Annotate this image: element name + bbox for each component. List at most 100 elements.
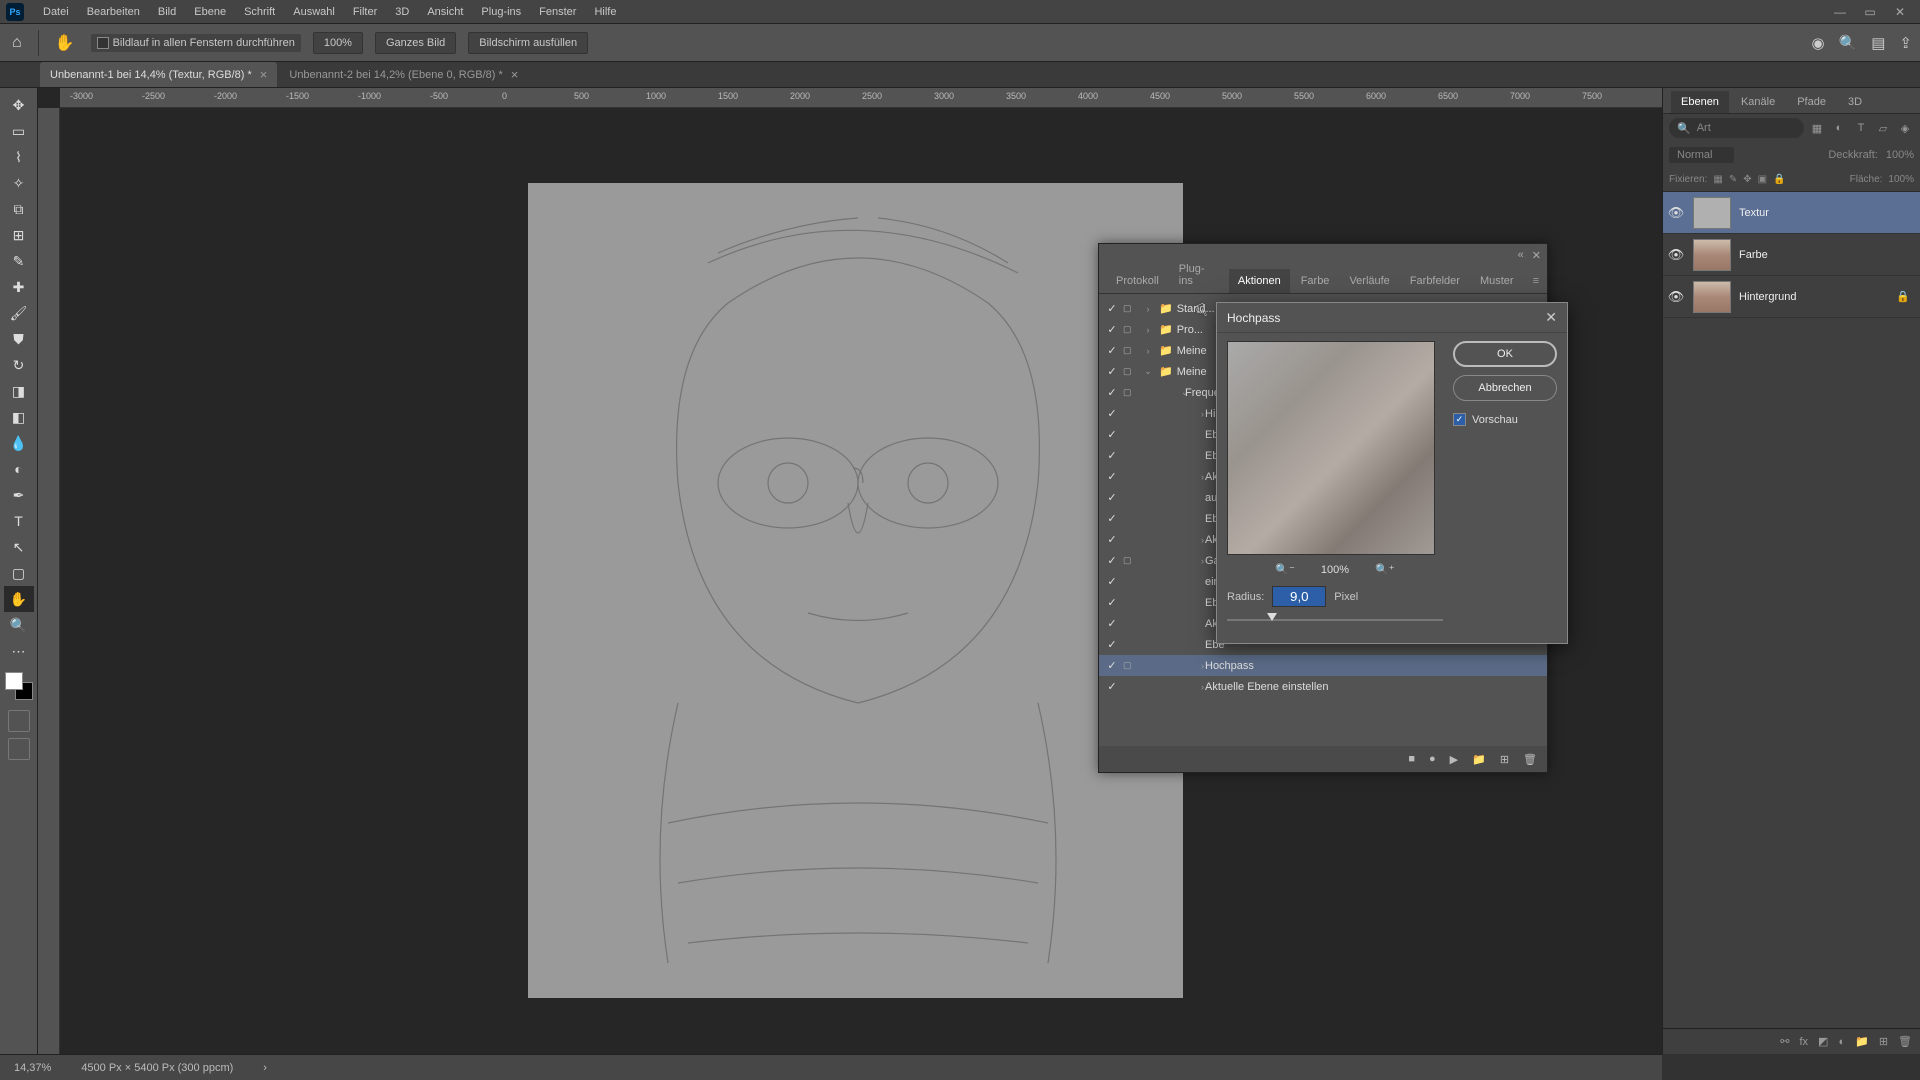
gradient-tool[interactable]: ◧ (4, 404, 34, 430)
tab-protokoll[interactable]: Protokoll (1107, 269, 1168, 293)
new-layer-icon[interactable]: ⊞ (1879, 1035, 1888, 1048)
layer-thumbnail[interactable] (1693, 197, 1731, 229)
cancel-button[interactable]: Abbrechen (1453, 375, 1557, 401)
menu-schrift[interactable]: Schrift (235, 0, 284, 24)
lock-move-icon[interactable]: ✥ (1743, 174, 1751, 185)
lock-position-icon[interactable]: ✎ (1729, 174, 1737, 185)
search-icon[interactable]: 🔍 (1839, 34, 1858, 52)
trash-icon[interactable]: 🗑 (1523, 753, 1537, 766)
tab-plugins[interactable]: Plug-ins (1170, 257, 1227, 293)
menu-ebene[interactable]: Ebene (185, 0, 235, 24)
menu-filter[interactable]: Filter (344, 0, 386, 24)
status-zoom[interactable]: 14,37% (14, 1062, 51, 1074)
blur-tool[interactable]: 💧 (4, 430, 34, 456)
trash-icon[interactable]: 🗑 (1898, 1035, 1912, 1048)
filter-adjust-icon[interactable]: ◐ (1830, 119, 1848, 137)
heal-tool[interactable]: ✚ (4, 274, 34, 300)
path-tool[interactable]: ↖ (4, 534, 34, 560)
close-icon[interactable]: ✕ (1532, 249, 1541, 262)
new-action-icon[interactable]: ⊞ (1500, 753, 1509, 766)
tab-farbe[interactable]: Farbe (1292, 269, 1339, 293)
tab-verlaeufe[interactable]: Verläufe (1340, 269, 1398, 293)
fill-screen-button[interactable]: Bildschirm ausfüllen (468, 32, 588, 54)
share-icon[interactable]: ⇪ (1899, 34, 1912, 52)
eraser-tool[interactable]: ◨ (4, 378, 34, 404)
tab-3d[interactable]: 3D (1838, 91, 1872, 113)
canvas-workspace[interactable]: -3000 -2500 -2000 -1500 -1000 -500 0 500… (38, 88, 1662, 1054)
opacity-value[interactable]: 100% (1886, 149, 1914, 161)
menu-ansicht[interactable]: Ansicht (418, 0, 472, 24)
fill-value[interactable]: 100% (1888, 174, 1914, 185)
menu-datei[interactable]: Datei (34, 0, 78, 24)
close-icon[interactable]: ✕ (1886, 3, 1914, 21)
screenmode-toggle[interactable] (8, 738, 30, 760)
radius-input[interactable] (1272, 586, 1326, 607)
lock-nest-icon[interactable]: ▣ (1758, 174, 1767, 185)
layer-row[interactable]: 👁Textur (1663, 192, 1920, 234)
visibility-icon[interactable]: 👁 (1667, 247, 1685, 263)
action-row[interactable]: ✓▢›Hochpass (1099, 655, 1547, 676)
shape-tool[interactable]: ▢ (4, 560, 34, 586)
layer-row[interactable]: 👁Hintergrund🔒 (1663, 276, 1920, 318)
mask-icon[interactable]: ◩ (1818, 1035, 1828, 1048)
group-icon[interactable]: 📁 (1855, 1035, 1869, 1048)
filter-preview[interactable] (1227, 341, 1435, 555)
fx-icon[interactable]: fx (1799, 1036, 1808, 1048)
visibility-icon[interactable]: 👁 (1667, 289, 1685, 305)
blend-mode-select[interactable]: Normal (1669, 147, 1734, 163)
layers-list[interactable]: 👁Textur👁Farbe👁Hintergrund🔒 (1663, 192, 1920, 1028)
scroll-all-checkbox[interactable]: Bildlauf in allen Fenstern durchführen (91, 34, 301, 52)
hand-tool[interactable]: ✋ (4, 586, 34, 612)
history-brush-tool[interactable]: ↻ (4, 352, 34, 378)
frame-tool[interactable]: ⊞ (4, 222, 34, 248)
layer-thumbnail[interactable] (1693, 281, 1731, 313)
lock-pixels-icon[interactable]: ▦ (1713, 174, 1722, 185)
fit-screen-button[interactable]: Ganzes Bild (375, 32, 456, 54)
action-row[interactable]: ✓›Aktuelle Ebene einstellen (1099, 676, 1547, 697)
panel-titlebar[interactable]: « ✕ (1099, 244, 1547, 266)
filter-shape-icon[interactable]: ▱ (1874, 119, 1892, 137)
panel-menu-icon[interactable]: ≡ (1525, 269, 1547, 293)
tab-pfade[interactable]: Pfade (1787, 91, 1836, 113)
color-swatches[interactable] (5, 672, 33, 700)
zoom-100-button[interactable]: 100% (313, 32, 363, 54)
filter-smart-icon[interactable]: ◈ (1896, 119, 1914, 137)
hand-tool-icon[interactable]: ✋ (51, 29, 79, 57)
menu-bearbeiten[interactable]: Bearbeiten (78, 0, 149, 24)
tab-aktionen[interactable]: Aktionen (1229, 269, 1290, 293)
move-tool[interactable]: ✥ (4, 92, 34, 118)
menu-fenster[interactable]: Fenster (530, 0, 585, 24)
quickmask-toggle[interactable] (8, 710, 30, 732)
lock-all-icon[interactable]: 🔒 (1773, 174, 1785, 185)
radius-slider[interactable] (1227, 611, 1443, 629)
menu-3d[interactable]: 3D (386, 0, 418, 24)
zoom-out-icon[interactable]: 🔍⁻ (1275, 563, 1295, 576)
visibility-icon[interactable]: 👁 (1667, 205, 1685, 221)
layer-thumbnail[interactable] (1693, 239, 1731, 271)
cloud-icon[interactable]: ◉ (1811, 34, 1824, 52)
stop-icon[interactable]: ■ (1408, 753, 1415, 765)
new-set-icon[interactable]: 📁 (1472, 753, 1486, 766)
filter-image-icon[interactable]: ▦ (1808, 119, 1826, 137)
workspace-icon[interactable]: ▤ (1871, 34, 1885, 52)
wand-tool[interactable]: ✧ (4, 170, 34, 196)
marquee-tool[interactable]: ▭ (4, 118, 34, 144)
close-icon[interactable]: × (511, 67, 519, 82)
minimize-icon[interactable]: — (1826, 3, 1854, 21)
stamp-tool[interactable]: ⛊ (4, 326, 34, 352)
home-icon[interactable]: ⌂ (8, 30, 26, 56)
tab-muster[interactable]: Muster (1471, 269, 1523, 293)
collapse-icon[interactable]: « (1518, 249, 1524, 261)
document-tab-2[interactable]: Unbenannt-2 bei 14,2% (Ebene 0, RGB/8) *… (279, 62, 528, 87)
link-icon[interactable]: ⚯ (1780, 1035, 1789, 1048)
status-chevron-icon[interactable]: › (263, 1062, 267, 1074)
menu-auswahl[interactable]: Auswahl (284, 0, 344, 24)
tab-kanaele[interactable]: Kanäle (1731, 91, 1785, 113)
layer-row[interactable]: 👁Farbe (1663, 234, 1920, 276)
zoom-in-icon[interactable]: 🔍⁺ (1375, 563, 1395, 576)
toolbox-more-icon[interactable]: ⋯ (4, 638, 34, 664)
close-icon[interactable]: × (260, 67, 268, 82)
play-icon[interactable]: ▶ (1450, 753, 1458, 766)
menu-bild[interactable]: Bild (149, 0, 185, 24)
pen-tool[interactable]: ✒ (4, 482, 34, 508)
